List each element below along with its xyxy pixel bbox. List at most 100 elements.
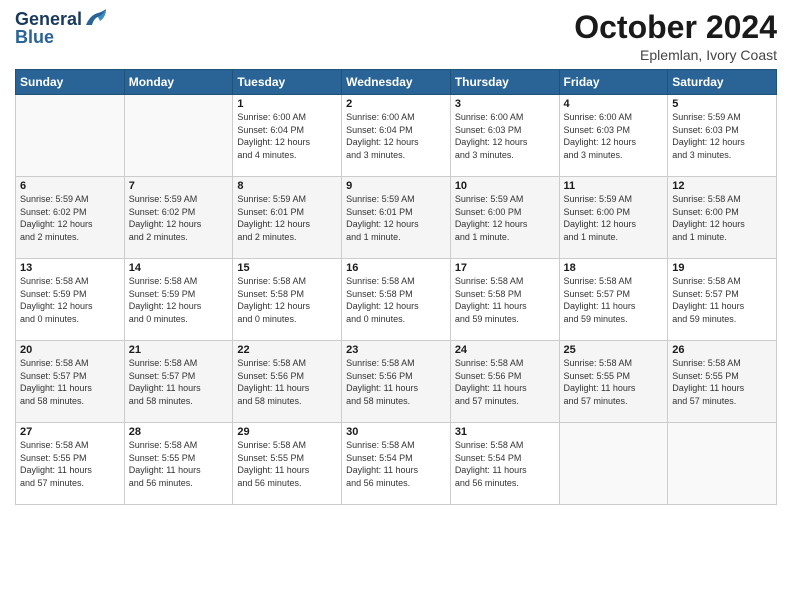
header-sunday: Sunday xyxy=(16,70,125,95)
calendar-cell: 22Sunrise: 5:58 AM Sunset: 5:56 PM Dayli… xyxy=(233,341,342,423)
calendar-cell: 20Sunrise: 5:58 AM Sunset: 5:57 PM Dayli… xyxy=(16,341,125,423)
calendar-cell: 28Sunrise: 5:58 AM Sunset: 5:55 PM Dayli… xyxy=(124,423,233,505)
location-subtitle: Eplemlan, Ivory Coast xyxy=(574,47,777,63)
calendar-cell: 10Sunrise: 5:59 AM Sunset: 6:00 PM Dayli… xyxy=(450,177,559,259)
day-info: Sunrise: 5:58 AM Sunset: 5:55 PM Dayligh… xyxy=(672,357,772,407)
day-info: Sunrise: 5:58 AM Sunset: 5:57 PM Dayligh… xyxy=(129,357,229,407)
day-info: Sunrise: 6:00 AM Sunset: 6:03 PM Dayligh… xyxy=(564,111,664,161)
day-info: Sunrise: 5:58 AM Sunset: 5:55 PM Dayligh… xyxy=(20,439,120,489)
calendar-cell: 18Sunrise: 5:58 AM Sunset: 5:57 PM Dayli… xyxy=(559,259,668,341)
header-thursday: Thursday xyxy=(450,70,559,95)
day-number: 31 xyxy=(455,426,555,438)
calendar-week-4: 20Sunrise: 5:58 AM Sunset: 5:57 PM Dayli… xyxy=(16,341,777,423)
calendar-cell: 29Sunrise: 5:58 AM Sunset: 5:55 PM Dayli… xyxy=(233,423,342,505)
weekday-header-row: Sunday Monday Tuesday Wednesday Thursday… xyxy=(16,70,777,95)
day-number: 3 xyxy=(455,98,555,110)
calendar-cell: 14Sunrise: 5:58 AM Sunset: 5:59 PM Dayli… xyxy=(124,259,233,341)
calendar-cell xyxy=(16,95,125,177)
calendar-cell: 13Sunrise: 5:58 AM Sunset: 5:59 PM Dayli… xyxy=(16,259,125,341)
day-number: 8 xyxy=(237,180,337,192)
calendar-cell: 7Sunrise: 5:59 AM Sunset: 6:02 PM Daylig… xyxy=(124,177,233,259)
day-info: Sunrise: 5:58 AM Sunset: 5:55 PM Dayligh… xyxy=(129,439,229,489)
day-info: Sunrise: 5:58 AM Sunset: 6:00 PM Dayligh… xyxy=(672,193,772,243)
calendar-cell: 17Sunrise: 5:58 AM Sunset: 5:58 PM Dayli… xyxy=(450,259,559,341)
day-number: 16 xyxy=(346,262,446,274)
day-info: Sunrise: 5:58 AM Sunset: 5:57 PM Dayligh… xyxy=(20,357,120,407)
calendar-cell: 6Sunrise: 5:59 AM Sunset: 6:02 PM Daylig… xyxy=(16,177,125,259)
logo: General Blue xyxy=(15,10,110,48)
day-info: Sunrise: 5:58 AM Sunset: 5:58 PM Dayligh… xyxy=(455,275,555,325)
calendar-table: Sunday Monday Tuesday Wednesday Thursday… xyxy=(15,69,777,505)
header-tuesday: Tuesday xyxy=(233,70,342,95)
day-number: 29 xyxy=(237,426,337,438)
calendar-cell: 26Sunrise: 5:58 AM Sunset: 5:55 PM Dayli… xyxy=(668,341,777,423)
header-monday: Monday xyxy=(124,70,233,95)
day-number: 15 xyxy=(237,262,337,274)
header-wednesday: Wednesday xyxy=(342,70,451,95)
day-info: Sunrise: 5:59 AM Sunset: 6:02 PM Dayligh… xyxy=(20,193,120,243)
calendar-cell: 24Sunrise: 5:58 AM Sunset: 5:56 PM Dayli… xyxy=(450,341,559,423)
day-info: Sunrise: 5:58 AM Sunset: 5:54 PM Dayligh… xyxy=(346,439,446,489)
calendar-cell: 11Sunrise: 5:59 AM Sunset: 6:00 PM Dayli… xyxy=(559,177,668,259)
day-number: 2 xyxy=(346,98,446,110)
day-info: Sunrise: 5:58 AM Sunset: 5:55 PM Dayligh… xyxy=(237,439,337,489)
day-number: 26 xyxy=(672,344,772,356)
calendar-week-1: 1Sunrise: 6:00 AM Sunset: 6:04 PM Daylig… xyxy=(16,95,777,177)
header: General Blue October 2024 Eplemlan, Ivor… xyxy=(15,10,777,63)
calendar-cell: 12Sunrise: 5:58 AM Sunset: 6:00 PM Dayli… xyxy=(668,177,777,259)
day-info: Sunrise: 5:58 AM Sunset: 5:57 PM Dayligh… xyxy=(672,275,772,325)
day-number: 6 xyxy=(20,180,120,192)
calendar-cell: 5Sunrise: 5:59 AM Sunset: 6:03 PM Daylig… xyxy=(668,95,777,177)
day-info: Sunrise: 5:58 AM Sunset: 5:55 PM Dayligh… xyxy=(564,357,664,407)
header-saturday: Saturday xyxy=(668,70,777,95)
calendar-cell: 2Sunrise: 6:00 AM Sunset: 6:04 PM Daylig… xyxy=(342,95,451,177)
day-number: 24 xyxy=(455,344,555,356)
day-info: Sunrise: 5:58 AM Sunset: 5:54 PM Dayligh… xyxy=(455,439,555,489)
calendar-cell xyxy=(559,423,668,505)
day-number: 13 xyxy=(20,262,120,274)
day-number: 28 xyxy=(129,426,229,438)
calendar-cell: 25Sunrise: 5:58 AM Sunset: 5:55 PM Dayli… xyxy=(559,341,668,423)
calendar-cell: 1Sunrise: 6:00 AM Sunset: 6:04 PM Daylig… xyxy=(233,95,342,177)
day-number: 27 xyxy=(20,426,120,438)
day-info: Sunrise: 5:59 AM Sunset: 6:00 PM Dayligh… xyxy=(455,193,555,243)
logo-bird-icon xyxy=(84,7,110,29)
day-number: 22 xyxy=(237,344,337,356)
day-number: 12 xyxy=(672,180,772,192)
calendar-cell: 23Sunrise: 5:58 AM Sunset: 5:56 PM Dayli… xyxy=(342,341,451,423)
calendar-week-5: 27Sunrise: 5:58 AM Sunset: 5:55 PM Dayli… xyxy=(16,423,777,505)
day-info: Sunrise: 5:58 AM Sunset: 5:59 PM Dayligh… xyxy=(20,275,120,325)
day-info: Sunrise: 5:59 AM Sunset: 6:03 PM Dayligh… xyxy=(672,111,772,161)
header-friday: Friday xyxy=(559,70,668,95)
day-info: Sunrise: 5:59 AM Sunset: 6:01 PM Dayligh… xyxy=(237,193,337,243)
day-info: Sunrise: 6:00 AM Sunset: 6:04 PM Dayligh… xyxy=(346,111,446,161)
day-number: 5 xyxy=(672,98,772,110)
day-number: 11 xyxy=(564,180,664,192)
calendar-cell: 4Sunrise: 6:00 AM Sunset: 6:03 PM Daylig… xyxy=(559,95,668,177)
day-info: Sunrise: 5:58 AM Sunset: 5:58 PM Dayligh… xyxy=(237,275,337,325)
calendar-cell: 27Sunrise: 5:58 AM Sunset: 5:55 PM Dayli… xyxy=(16,423,125,505)
day-info: Sunrise: 6:00 AM Sunset: 6:04 PM Dayligh… xyxy=(237,111,337,161)
calendar-cell: 16Sunrise: 5:58 AM Sunset: 5:58 PM Dayli… xyxy=(342,259,451,341)
day-info: Sunrise: 6:00 AM Sunset: 6:03 PM Dayligh… xyxy=(455,111,555,161)
calendar-cell: 19Sunrise: 5:58 AM Sunset: 5:57 PM Dayli… xyxy=(668,259,777,341)
day-info: Sunrise: 5:59 AM Sunset: 6:00 PM Dayligh… xyxy=(564,193,664,243)
day-number: 9 xyxy=(346,180,446,192)
day-number: 4 xyxy=(564,98,664,110)
day-number: 1 xyxy=(237,98,337,110)
calendar-cell: 21Sunrise: 5:58 AM Sunset: 5:57 PM Dayli… xyxy=(124,341,233,423)
title-block: October 2024 Eplemlan, Ivory Coast xyxy=(574,10,777,63)
day-number: 20 xyxy=(20,344,120,356)
logo-text-line2: Blue xyxy=(15,28,54,48)
day-info: Sunrise: 5:58 AM Sunset: 5:56 PM Dayligh… xyxy=(455,357,555,407)
day-info: Sunrise: 5:59 AM Sunset: 6:01 PM Dayligh… xyxy=(346,193,446,243)
day-info: Sunrise: 5:58 AM Sunset: 5:58 PM Dayligh… xyxy=(346,275,446,325)
day-info: Sunrise: 5:58 AM Sunset: 5:56 PM Dayligh… xyxy=(237,357,337,407)
calendar-cell: 30Sunrise: 5:58 AM Sunset: 5:54 PM Dayli… xyxy=(342,423,451,505)
day-info: Sunrise: 5:58 AM Sunset: 5:59 PM Dayligh… xyxy=(129,275,229,325)
day-number: 21 xyxy=(129,344,229,356)
calendar-cell xyxy=(668,423,777,505)
day-number: 25 xyxy=(564,344,664,356)
calendar-cell: 9Sunrise: 5:59 AM Sunset: 6:01 PM Daylig… xyxy=(342,177,451,259)
calendar-page: General Blue October 2024 Eplemlan, Ivor… xyxy=(0,0,792,612)
